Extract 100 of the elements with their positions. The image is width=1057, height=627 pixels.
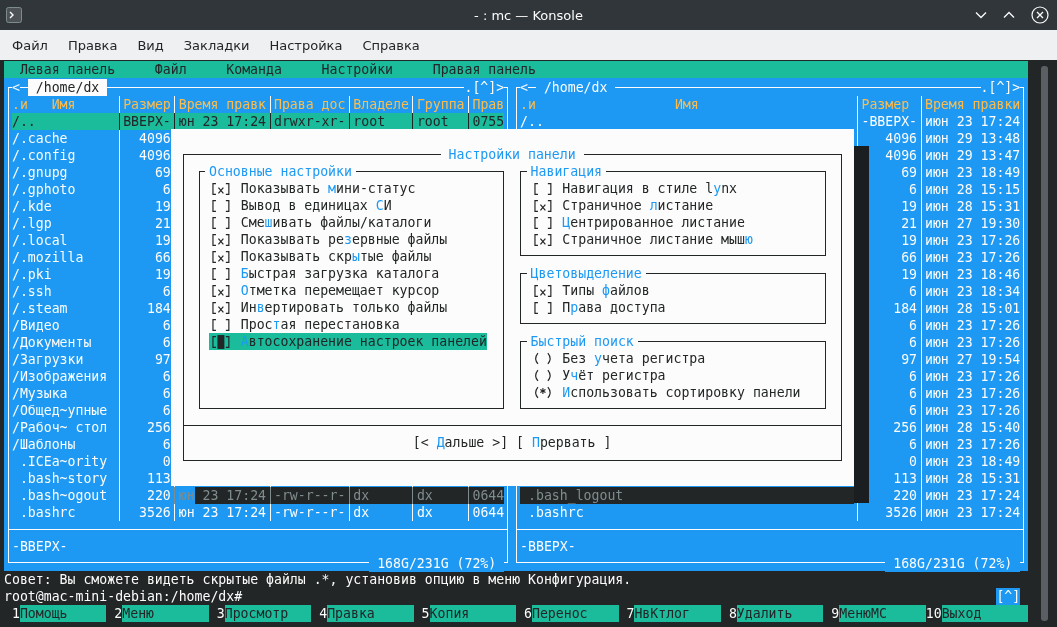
table-cell: .bashrc [19, 504, 76, 520]
table-cell: 19 [901, 198, 918, 214]
table-cell: -rw-r--r- [273, 487, 346, 503]
table-cell: 184 [893, 300, 918, 316]
table-cell: /Музыка [11, 385, 68, 401]
table-cell: 69 [154, 164, 171, 180]
table-cell: ВВЕРХ- [123, 113, 171, 129]
table-cell: /.steam [11, 300, 68, 316]
table-cell: 6 [909, 317, 918, 333]
table-cell: 220 [146, 487, 171, 503]
group-title: Быстрый поиск [526, 333, 638, 350]
table-cell: 256 [893, 419, 918, 435]
table-cell: /.gnupg [11, 164, 68, 180]
table-cell: июн 29 13:47 [925, 147, 1021, 163]
table-cell: 6 [909, 334, 918, 350]
table-cell: июн 28 15:31 [925, 470, 1021, 486]
table-cell: root [416, 113, 449, 129]
table-cell: 6 [909, 385, 918, 401]
path-label: /home/dx [535, 78, 616, 96]
table-cell: июн 23 18:49 [925, 453, 1021, 469]
table-cell: июн 28 15:40 [925, 419, 1021, 435]
table-cell: 0644 [472, 487, 505, 503]
table-cell: 6 [162, 436, 171, 452]
disk-usage: 168G/231G (72%) [885, 554, 1021, 572]
table-cell: 0755 [472, 113, 505, 129]
table-cell: /.kde [11, 198, 52, 214]
hint-text: Совет: Вы сможете видеть скрытые файлы .*, установив опцию в меню Конфигурация. [4, 572, 632, 587]
table-cell: .bash~ogout [19, 487, 108, 503]
table-cell: .bash_logout [528, 487, 624, 503]
table-cell: 0 [162, 453, 171, 469]
table-cell: июн 23 17:26 [925, 249, 1021, 265]
table-cell: 21 [154, 215, 171, 231]
table-cell: drwxr-xr- [273, 113, 346, 129]
table-cell: 6 [162, 283, 171, 299]
table-cell: 69 [901, 164, 918, 180]
group-title: Навигация [526, 163, 606, 180]
table-cell: /.pki [11, 266, 52, 282]
table-cell: 19 [901, 266, 918, 282]
table-cell: /.gphoto [11, 181, 76, 197]
table-cell: 256 [146, 419, 171, 435]
table-cell: июн 23 18:34 [925, 283, 1021, 299]
table-cell: /Изображения [11, 368, 108, 384]
table-cell: /.ssh [11, 283, 52, 299]
table-cell: 19 [901, 232, 918, 248]
table-cell: 97 [901, 351, 918, 367]
table-cell: июн 23 17:26 [925, 402, 1021, 418]
table-cell: июн 23 18:46 [925, 266, 1021, 282]
table-cell: /.. [11, 113, 36, 129]
table-cell: /.lgp [11, 215, 52, 231]
table-cell: июн 23 17:26 [925, 385, 1021, 401]
table-cell: 19 [154, 266, 171, 282]
table-cell: /Загрузки [11, 351, 84, 367]
table-cell: 6 [162, 402, 171, 418]
table-cell: июн 28 15:15 [925, 181, 1021, 197]
path-label: /home/dx [27, 78, 108, 96]
table-cell: 184 [146, 300, 171, 316]
table-cell: /Общед~упные [11, 402, 108, 418]
table-cell: 6 [162, 317, 171, 333]
table-cell: 6 [162, 385, 171, 401]
table-cell: 6 [909, 181, 918, 197]
table-cell: июн 28 15:31 [925, 198, 1021, 214]
table-cell: 4096 [885, 130, 918, 146]
table-cell: .bash~story [19, 470, 108, 486]
table-cell: /.mozilla [11, 249, 84, 265]
table-cell: 19 [154, 232, 171, 248]
table-cell: 3526 [885, 504, 918, 520]
table-cell: июн 28 15:01 [925, 300, 1021, 316]
table-cell: июн 23 18:49 [925, 164, 1021, 180]
table-cell: .ICEa~ority [19, 453, 108, 469]
table-cell: июн 23 17:26 [925, 334, 1021, 350]
table-cell: /Видео [11, 317, 60, 333]
table-cell: июн 27 19:54 [925, 351, 1021, 367]
table-cell: root [353, 113, 386, 129]
table-cell: -rw-r--r- [273, 504, 346, 520]
table-cell: 66 [154, 249, 171, 265]
table-cell: 21 [901, 215, 918, 231]
table-cell: 6 [909, 368, 918, 384]
table-cell: 113 [893, 470, 918, 486]
table-cell: /.cache [11, 130, 68, 146]
table-cell: /.local [11, 232, 68, 248]
table-cell: 6 [909, 402, 918, 418]
table-cell: июн 23 17:26 [925, 436, 1021, 452]
table-cell: 4096 [885, 147, 918, 163]
status-text: -ВВЕРХ- [11, 538, 68, 554]
table-cell: dx [416, 487, 433, 503]
table-cell: /Шаблоны [11, 436, 76, 452]
table-cell: 6 [162, 334, 171, 350]
table-cell: 6 [909, 283, 918, 299]
table-cell: 113 [146, 470, 171, 486]
table-cell: июн 23 17:26 [925, 317, 1021, 333]
table-cell: 4096 [139, 130, 171, 146]
group-title: Цветовыделение [526, 265, 646, 282]
table-cell: 3526 [139, 504, 171, 520]
table-cell: dx [416, 504, 433, 520]
dialog-title: Настройки панели [440, 146, 584, 163]
table-cell: 220 [893, 487, 918, 503]
window-title: - : mc — Konsole [474, 7, 583, 23]
table-cell: 66 [901, 249, 918, 265]
table-cell: июн 23 17:24 [925, 487, 1021, 503]
group-title: Основные настройки [205, 163, 356, 180]
